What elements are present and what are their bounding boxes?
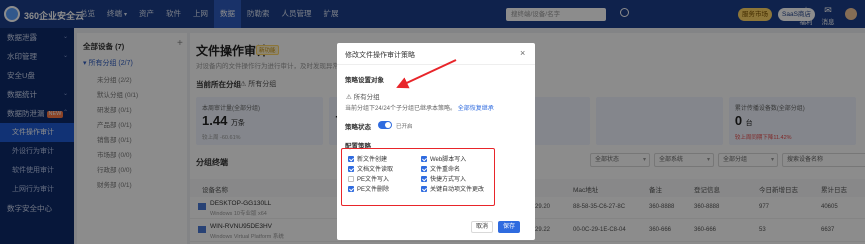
annotation-arrow: [396, 59, 457, 89]
